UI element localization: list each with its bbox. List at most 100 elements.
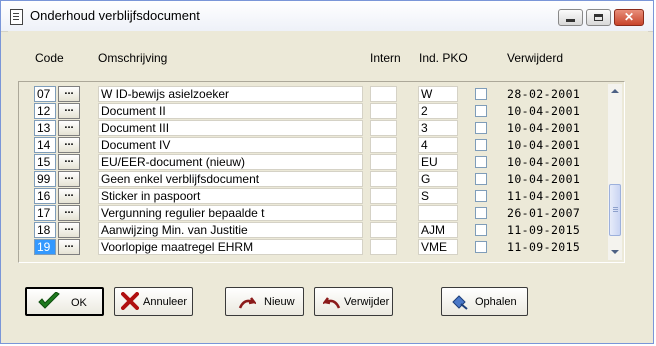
verwijderd-date: 10-04-2001 (507, 138, 581, 152)
omschrijving-field[interactable]: Document III (98, 120, 363, 136)
pko-checkbox[interactable] (475, 139, 487, 151)
lookup-button[interactable]: ... (58, 239, 80, 255)
ind-pko-field[interactable]: AJM (418, 222, 458, 238)
code-field[interactable]: 14 (34, 137, 56, 153)
lookup-button[interactable]: ... (58, 103, 80, 119)
verwijderd-date: 10-04-2001 (507, 121, 581, 135)
ind-pko-field[interactable]: 2 (418, 103, 458, 119)
intern-field[interactable] (370, 120, 397, 136)
verwijder-button[interactable]: Verwijder (314, 287, 393, 316)
code-field[interactable]: 12 (34, 103, 56, 119)
table-row: 18... Aanwijzing Min. van Justitie AJM 11-0… (19, 221, 609, 238)
table-row: 14... Document IV 4 10-04-2001 (19, 136, 609, 153)
ind-pko-field[interactable]: 3 (418, 120, 458, 136)
ind-pko-field[interactable]: 4 (418, 137, 458, 153)
scroll-up-icon[interactable] (611, 89, 619, 93)
omschrijving-field[interactable]: Aanwijzing Min. van Justitie (98, 222, 363, 238)
pko-checkbox[interactable] (475, 122, 487, 134)
lookup-button[interactable]: ... (58, 137, 80, 153)
scroll-down-icon[interactable] (611, 250, 619, 254)
code-field[interactable]: 17 (34, 205, 56, 221)
pko-checkbox[interactable] (475, 88, 487, 100)
omschrijving-field[interactable]: Voorlopige maatregel EHRM (98, 239, 363, 255)
title-bar[interactable]: Onderhoud verblijfsdocument ✕ (1, 1, 653, 32)
code-field[interactable]: 07 (34, 86, 56, 102)
intern-field[interactable] (370, 86, 397, 102)
intern-field[interactable] (370, 205, 397, 221)
lookup-button[interactable]: ... (58, 154, 80, 170)
code-field[interactable]: 15 (34, 154, 56, 170)
minimize-button[interactable] (558, 9, 583, 26)
intern-field[interactable] (370, 137, 397, 153)
code-field[interactable]: 18 (34, 222, 56, 238)
header-code: Code (35, 51, 64, 65)
omschrijving-field[interactable]: Sticker in paspoort (98, 188, 363, 204)
ind-pko-field[interactable]: EU (418, 154, 458, 170)
lookup-button[interactable]: ... (58, 205, 80, 221)
code-field[interactable]: 19 (34, 239, 56, 255)
intern-field[interactable] (370, 154, 397, 170)
lookup-button[interactable]: ... (58, 86, 80, 102)
minimize-icon (566, 19, 575, 22)
omschrijving-field[interactable]: Document II (98, 103, 363, 119)
table-row: 19... Voorlopige maatregel EHRM VME 11-09-2… (19, 238, 609, 255)
intern-field[interactable] (370, 239, 397, 255)
code-field[interactable]: 13 (34, 120, 56, 136)
omschrijving-field[interactable]: Geen enkel verblijfsdocument (98, 171, 363, 187)
pko-checkbox[interactable] (475, 224, 487, 236)
ophalen-button[interactable]: Ophalen (441, 287, 528, 316)
verwijderd-date: 11-09-2015 (507, 240, 581, 254)
lookup-button[interactable]: ... (58, 120, 80, 136)
verwijderd-date: 11-04-2001 (507, 189, 581, 203)
close-button[interactable]: ✕ (614, 9, 644, 26)
maximize-button[interactable] (586, 9, 611, 26)
ind-pko-field[interactable]: W (418, 86, 458, 102)
omschrijving-field[interactable]: EU/EER-document (nieuw) (98, 154, 363, 170)
intern-field[interactable] (370, 103, 397, 119)
code-field[interactable]: 16 (34, 188, 56, 204)
nieuw-label: Nieuw (264, 296, 295, 308)
table-row: 12... Document II 2 10-04-2001 (19, 102, 609, 119)
lookup-button[interactable]: ... (58, 171, 80, 187)
nieuw-button[interactable]: Nieuw (225, 287, 304, 316)
pko-checkbox[interactable] (475, 156, 487, 168)
omschrijving-field[interactable]: Vergunning regulier bepaalde t (98, 205, 363, 221)
lookup-button[interactable]: ... (58, 188, 80, 204)
dialog-content: Code Omschrijving Intern Ind. PKO Verwij… (8, 31, 648, 337)
fetch-icon (452, 295, 468, 310)
red-x-icon (121, 292, 139, 310)
header-omschrijving: Omschrijving (98, 51, 168, 65)
pko-checkbox[interactable] (475, 173, 487, 185)
pko-checkbox[interactable] (475, 207, 487, 219)
table-row: 17... Vergunning regulier bepaalde t 26-01… (19, 204, 609, 221)
intern-field[interactable] (370, 171, 397, 187)
new-record-icon (238, 297, 256, 309)
close-icon: ✕ (623, 10, 635, 24)
checkmark-icon (38, 292, 60, 309)
ok-button[interactable]: OK (25, 287, 104, 316)
vertical-scrollbar[interactable] (608, 84, 622, 260)
intern-field[interactable] (370, 188, 397, 204)
dialog-window: Onderhoud verblijfsdocument ✕ Code Omsch… (0, 0, 654, 344)
ind-pko-field[interactable]: G (418, 171, 458, 187)
pko-checkbox[interactable] (475, 241, 487, 253)
ind-pko-field[interactable]: VME (418, 239, 458, 255)
intern-field[interactable] (370, 222, 397, 238)
omschrijving-field[interactable]: W ID-bewijs asielzoeker (98, 86, 363, 102)
ind-pko-field[interactable] (418, 205, 458, 221)
ind-pko-field[interactable]: S (418, 188, 458, 204)
verwijderd-date: 28-02-2001 (507, 87, 581, 101)
ok-label: OK (71, 297, 87, 309)
code-field[interactable]: 99 (34, 171, 56, 187)
table-row: 07... W ID-bewijs asielzoeker W 28-02-2001 (19, 85, 609, 102)
pko-checkbox[interactable] (475, 105, 487, 117)
annuleer-button[interactable]: Annuleer (114, 287, 193, 316)
document-grid: 07... W ID-bewijs asielzoeker W 28-02-2001 1… (18, 81, 625, 263)
table-row: 15... EU/EER-document (nieuw) EU 10-04-2001 (19, 153, 609, 170)
omschrijving-field[interactable]: Document IV (98, 137, 363, 153)
table-row: 16... Sticker in paspoort S 11-04-2001 (19, 187, 609, 204)
scroll-thumb[interactable] (609, 184, 621, 236)
pko-checkbox[interactable] (475, 190, 487, 202)
table-row: 13... Document III 3 10-04-2001 (19, 119, 609, 136)
lookup-button[interactable]: ... (58, 222, 80, 238)
